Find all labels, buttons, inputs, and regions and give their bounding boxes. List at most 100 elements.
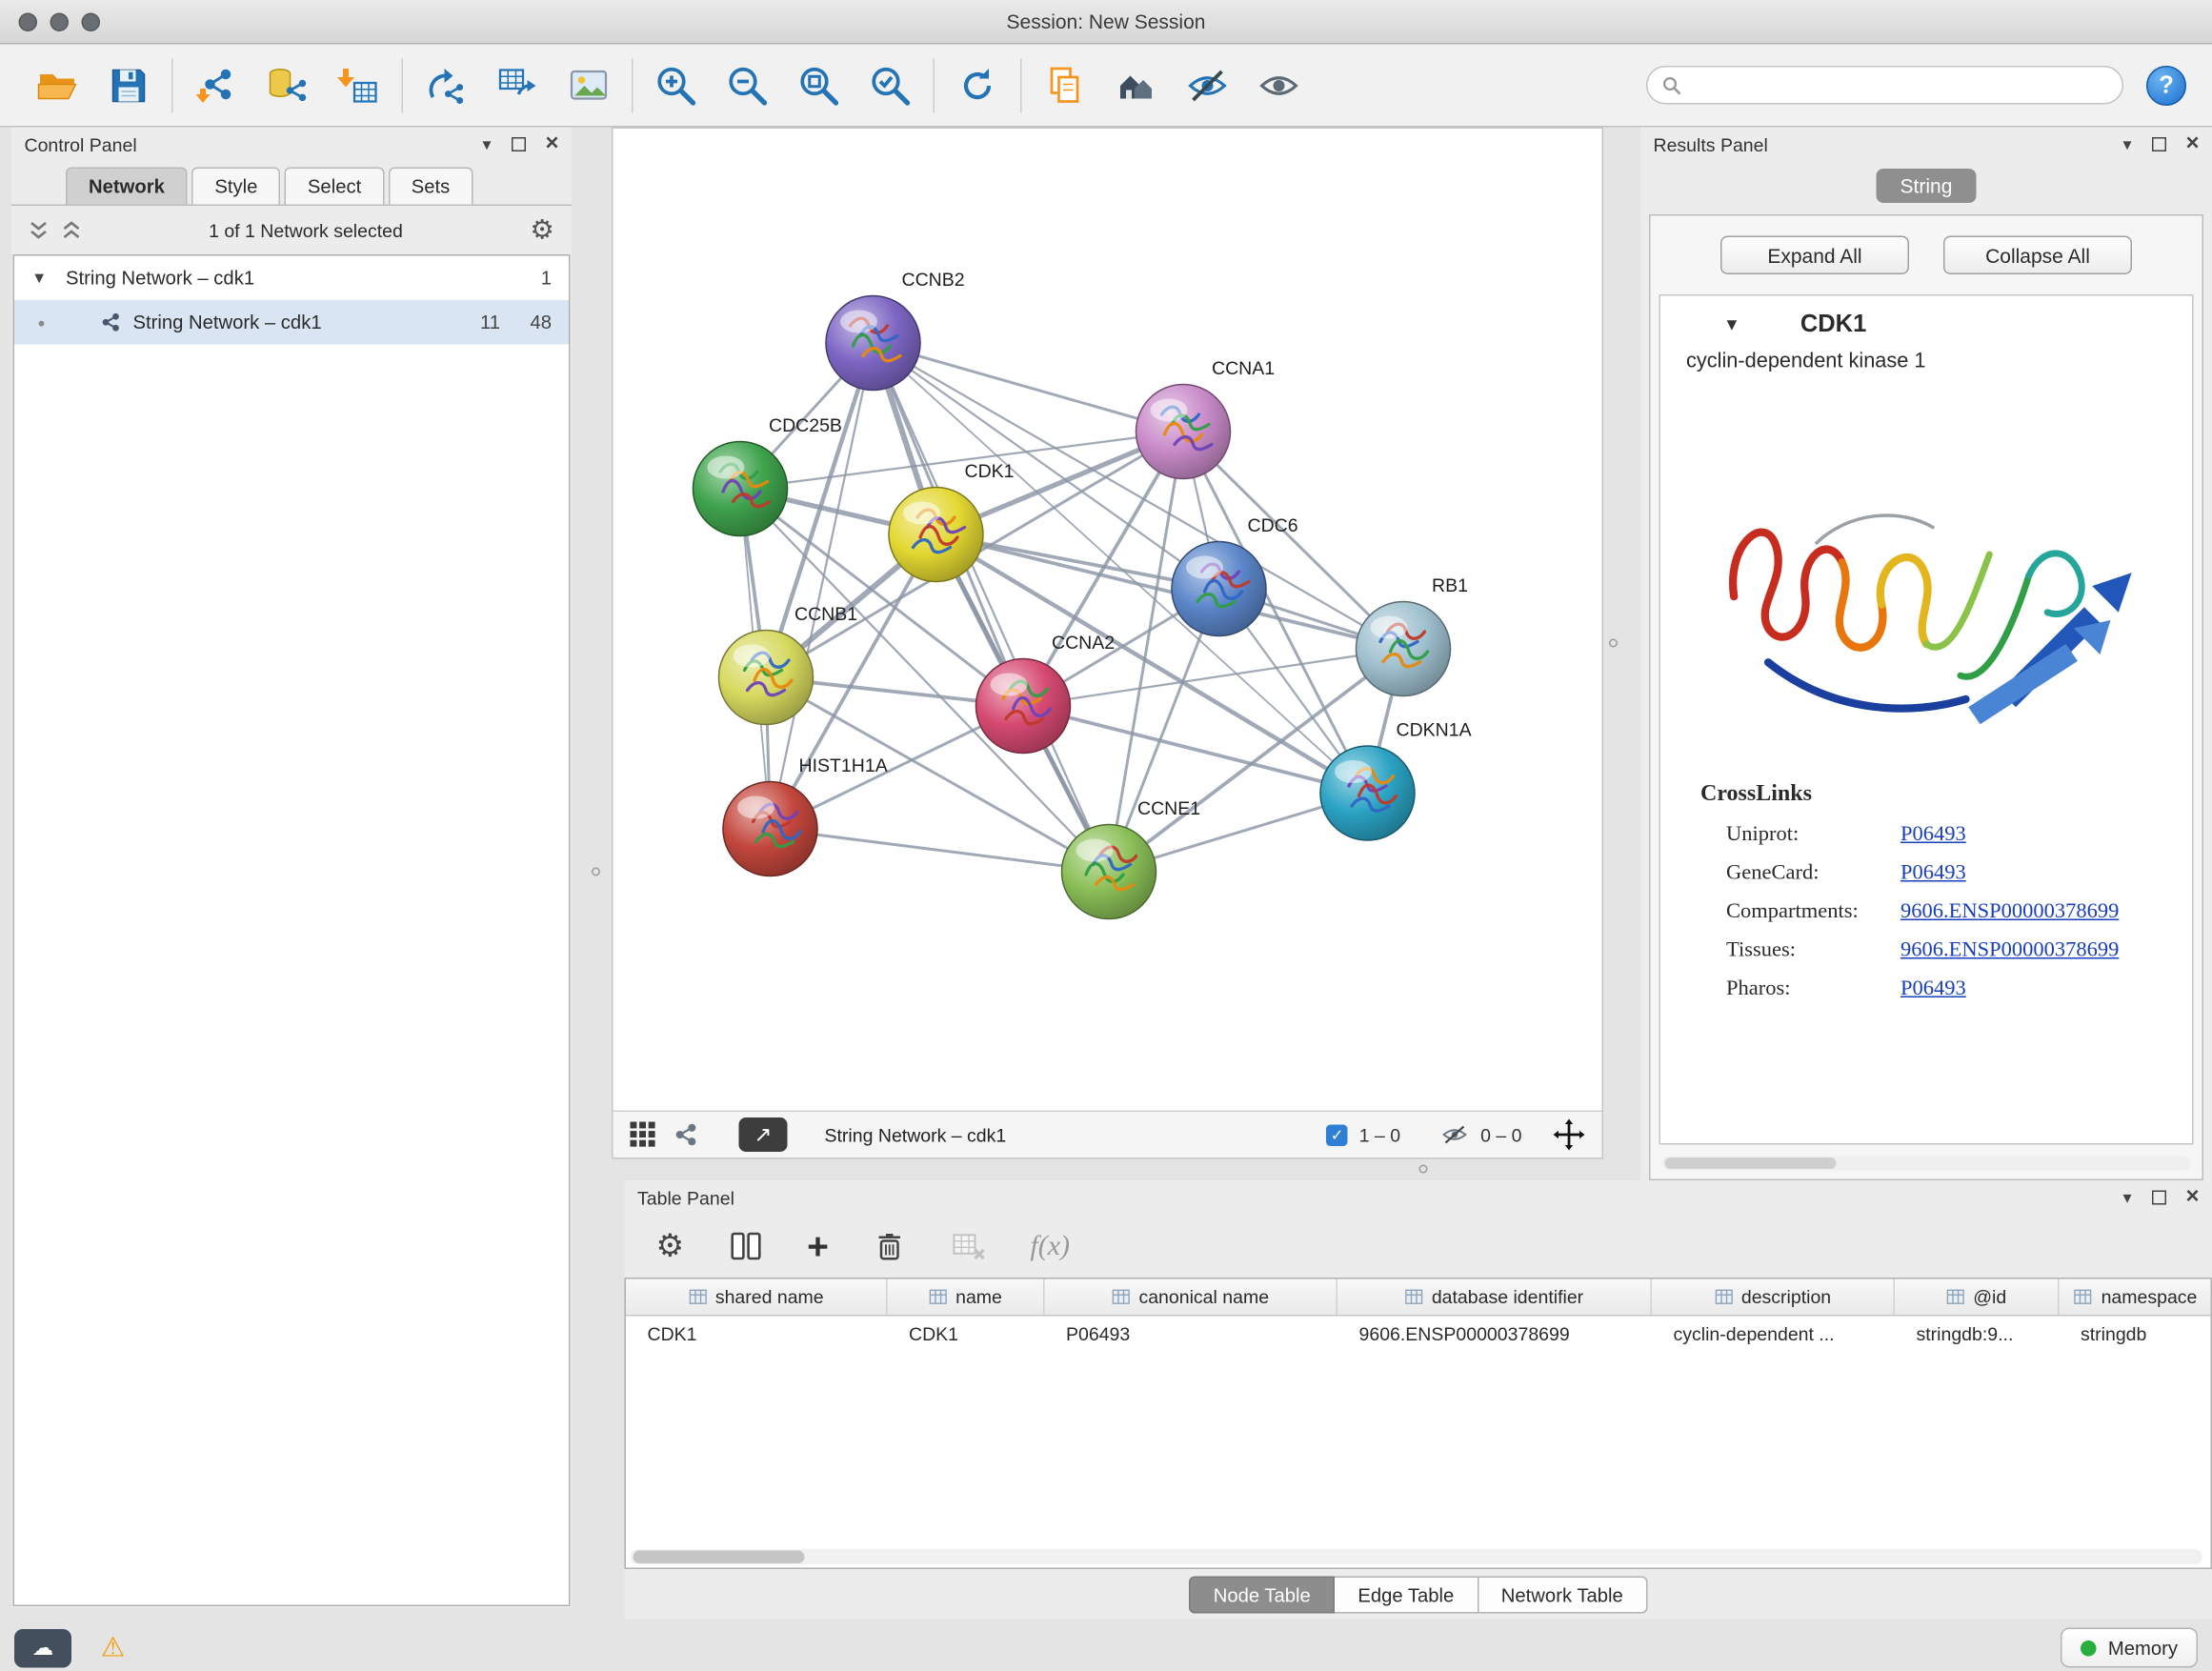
network-canvas[interactable]: CCNB2CCNA1CDC25BCDK1CDC6RB1CCNB1CCNA2CDK…	[613, 129, 1602, 1111]
zoom-out-button[interactable]	[720, 58, 774, 112]
open-session-button[interactable]	[30, 58, 85, 112]
graphics-details-button[interactable]	[1109, 58, 1163, 112]
tab-network[interactable]: Network	[66, 168, 188, 205]
network-node[interactable]	[1357, 602, 1451, 696]
crosslink-value-link[interactable]: P06493	[1900, 862, 1966, 887]
delete-column-trash-icon[interactable]	[872, 1228, 908, 1264]
results-scrollbar[interactable]	[1662, 1157, 2191, 1171]
hide-selected-button[interactable]	[1180, 58, 1235, 112]
table-cell[interactable]: stringdb:9...	[1895, 1317, 2060, 1354]
network-collection-row[interactable]: ▼ String Network – cdk1 1	[14, 256, 569, 301]
tab-select[interactable]: Select	[285, 168, 384, 205]
expand-all-button[interactable]: Expand All	[1720, 236, 1909, 275]
share-network-icon[interactable]	[674, 1122, 699, 1148]
table-cell[interactable]: 9606.ENSP00000378699	[1337, 1317, 1652, 1354]
column-header[interactable]: shared name	[626, 1279, 888, 1316]
table-cell[interactable]: CDK1	[888, 1317, 1045, 1354]
string-tab-badge[interactable]: String	[1876, 169, 1977, 203]
network-node[interactable]	[1062, 825, 1156, 919]
panel-close-icon[interactable]: ×	[2185, 1191, 2199, 1205]
crosslink-value-link[interactable]: P06493	[1900, 977, 1966, 1002]
create-column-icon[interactable]: +	[807, 1232, 829, 1260]
zoom-selected-button[interactable]	[863, 58, 917, 112]
panel-collapse-icon[interactable]: ▾	[2122, 134, 2131, 154]
table-horizontal-scrollbar[interactable]	[631, 1549, 2202, 1565]
collapse-all-button[interactable]: Collapse All	[1943, 236, 2132, 275]
panel-float-icon[interactable]	[2151, 137, 2165, 151]
collapse-all-icon[interactable]	[62, 220, 82, 240]
window-zoom-button[interactable]	[82, 13, 101, 32]
column-header[interactable]: @id	[1895, 1279, 2060, 1316]
import-table-button[interactable]	[332, 58, 386, 112]
column-header[interactable]: database identifier	[1337, 1279, 1652, 1316]
export-table-button[interactable]	[491, 58, 545, 112]
network-edge[interactable]	[1023, 706, 1368, 794]
cloud-status-button[interactable]: ☁	[14, 1628, 71, 1667]
splitter-handle[interactable]	[1606, 632, 1620, 654]
table-cell[interactable]: stringdb	[2060, 1317, 2212, 1354]
network-node[interactable]	[976, 659, 1071, 754]
splitter-handle[interactable]	[589, 860, 603, 883]
birds-eye-view-icon[interactable]	[631, 1122, 656, 1148]
splitter-handle[interactable]	[1412, 1162, 1435, 1177]
selected-checkbox-icon[interactable]: ✓	[1326, 1124, 1348, 1146]
warnings-button[interactable]: ⚠	[89, 1628, 137, 1667]
show-all-button[interactable]	[1252, 58, 1306, 112]
table-cell[interactable]: P06493	[1045, 1317, 1338, 1354]
network-node[interactable]	[719, 631, 814, 725]
panel-float-icon[interactable]	[2151, 1191, 2165, 1205]
annotations-button[interactable]	[1037, 58, 1092, 112]
crosslink-value-link[interactable]: P06493	[1900, 823, 1966, 848]
refresh-layout-button[interactable]	[951, 58, 1005, 112]
import-network-file-button[interactable]	[189, 58, 243, 112]
show-columns-icon[interactable]	[727, 1228, 764, 1265]
tab-node-table[interactable]: Node Table	[1189, 1577, 1335, 1614]
network-row-selected[interactable]: ● String Network – cdk1 11 48	[14, 300, 569, 345]
tab-style[interactable]: Style	[191, 168, 280, 205]
table-options-gear-icon[interactable]: ⚙	[656, 1228, 685, 1265]
network-node[interactable]	[1172, 542, 1266, 636]
search-field[interactable]	[1646, 66, 2123, 105]
panel-float-icon[interactable]	[511, 137, 525, 151]
protein-collapse-icon[interactable]: ▼	[1723, 314, 1740, 334]
crosslink-value-link[interactable]: 9606.ENSP00000378699	[1900, 939, 2119, 964]
open-in-browser-button[interactable]: ↗	[739, 1117, 788, 1152]
memory-button[interactable]: Memory	[2061, 1628, 2198, 1668]
network-edge[interactable]	[874, 343, 1184, 432]
panel-close-icon[interactable]: ×	[545, 137, 558, 151]
help-button[interactable]: ?	[2146, 65, 2186, 105]
export-network-button[interactable]	[419, 58, 473, 112]
network-node[interactable]	[889, 488, 983, 582]
tab-sets[interactable]: Sets	[389, 168, 473, 205]
crosslink-value-link[interactable]: 9606.ENSP00000378699	[1900, 900, 2119, 925]
tree-expand-icon[interactable]: ▼	[31, 270, 54, 287]
zoom-in-button[interactable]	[649, 58, 703, 112]
function-builder-icon[interactable]: f(x)	[1030, 1230, 1070, 1263]
expand-all-icon[interactable]	[29, 220, 49, 240]
panel-close-icon[interactable]: ×	[2185, 137, 2199, 151]
column-header[interactable]: description	[1652, 1279, 1895, 1316]
network-edge[interactable]	[771, 829, 1110, 872]
window-minimize-button[interactable]	[50, 13, 70, 32]
window-close-button[interactable]	[19, 13, 38, 32]
network-edge[interactable]	[936, 534, 1404, 649]
network-edge[interactable]	[1023, 649, 1403, 706]
table-cell[interactable]: cyclin-dependent ...	[1652, 1317, 1895, 1354]
table-cell[interactable]: CDK1	[626, 1317, 888, 1354]
import-network-database-button[interactable]	[260, 58, 314, 112]
panel-collapse-icon[interactable]: ▾	[2122, 1188, 2131, 1208]
network-options-gear-icon[interactable]: ⚙	[530, 213, 554, 247]
network-node[interactable]	[826, 296, 920, 391]
zoom-fit-button[interactable]	[792, 58, 846, 112]
column-header[interactable]: name	[888, 1279, 1045, 1316]
tab-network-table[interactable]: Network Table	[1478, 1577, 1647, 1614]
network-node[interactable]	[1320, 746, 1415, 840]
search-input[interactable]	[1692, 74, 2108, 96]
network-node[interactable]	[723, 782, 817, 876]
column-header[interactable]: namespace	[2060, 1279, 2212, 1316]
crosshair-icon[interactable]	[1554, 1119, 1585, 1151]
tab-edge-table[interactable]: Edge Table	[1335, 1577, 1478, 1614]
network-edge[interactable]	[874, 343, 1110, 872]
export-image-button[interactable]	[562, 58, 616, 112]
save-session-button[interactable]	[102, 58, 156, 112]
